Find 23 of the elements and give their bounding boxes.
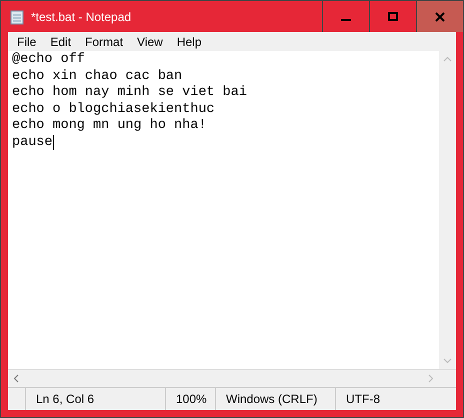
text-line: echo mong mn ung ho nha! xyxy=(12,118,206,134)
text-line: @echo off xyxy=(12,52,85,68)
maximize-icon xyxy=(388,12,398,22)
notepad-icon xyxy=(9,8,25,24)
text-editor[interactable]: @echo off echo xin chao cac ban echo hom nay minh se viet bai echo o blogchiasekienthuc echo mong mn ung ho nha! pause xyxy=(8,51,439,369)
menu-item[interactable]: Format xyxy=(78,34,130,48)
menu-item[interactable]: File xyxy=(10,34,44,48)
text-line: echo hom nay minh se viet bai xyxy=(12,85,247,102)
text-line: pause xyxy=(12,134,53,151)
window-title: *test.bat - Notepad xyxy=(31,10,132,24)
status-text: Windows (CRLF) xyxy=(215,388,335,410)
close-button[interactable] xyxy=(416,1,463,32)
status-text: UTF-8 xyxy=(335,388,455,410)
text-caret xyxy=(52,135,54,150)
menu-item[interactable]: Help xyxy=(170,34,209,48)
close-icon xyxy=(435,12,445,22)
minimize-icon xyxy=(341,18,351,20)
status-text: Ln 6, Col 6 xyxy=(25,388,165,410)
menu-item[interactable]: View xyxy=(130,34,170,48)
status-text: 100% xyxy=(165,388,215,410)
menu-item[interactable]: Edit xyxy=(43,34,78,48)
text-line: echo o blogchiasekienthuc xyxy=(12,102,215,118)
text-line: echo xin chao cac ban xyxy=(12,68,182,85)
